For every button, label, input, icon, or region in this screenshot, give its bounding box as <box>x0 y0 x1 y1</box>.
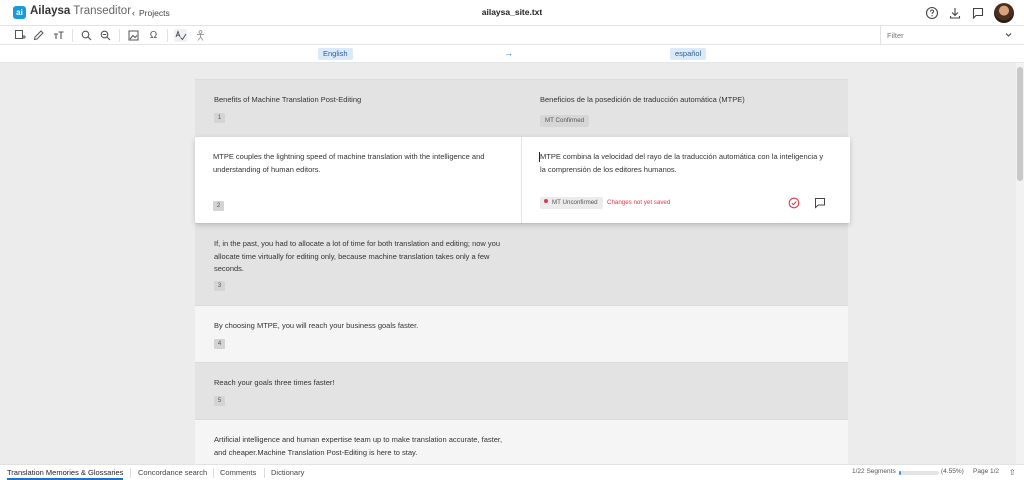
scroll-top-icon[interactable]: ⇧ <box>1009 468 1016 477</box>
page-indicator: Page 1/2 <box>973 468 1000 475</box>
progress-fill <box>899 471 901 475</box>
segment-source: Artificial intelligence and human expert… <box>214 435 503 457</box>
status-label: MT Unconfirmed <box>552 199 598 206</box>
user-avatar[interactable] <box>994 3 1014 23</box>
unsaved-warning: Changes not yet saved <box>607 199 671 206</box>
filter-label: Filter <box>887 31 904 40</box>
segment-source: By choosing MTPE, you will reach your bu… <box>214 321 419 330</box>
person-icon[interactable] <box>194 29 207 42</box>
ailaysa-logo: ai <box>13 6 26 19</box>
segment-count: 1/22 Segments <box>852 468 896 475</box>
app-header: ai Ailaysa Transeditor ‹ Projects ailaysa… <box>0 0 1024 26</box>
segment-target-editor[interactable]: MTPE combina la velocidad del rayo de la… <box>539 151 830 176</box>
segment-row[interactable]: Benefits of Machine Translation Post-Edi… <box>195 79 848 137</box>
tab-dictionary[interactable]: Dictionary <box>271 468 304 477</box>
brand-name: Ailaysa <box>30 5 71 17</box>
filter-dropdown[interactable]: Filter <box>880 26 1018 45</box>
segment-canvas: Benefits of Machine Translation Post-Edi… <box>0 63 1016 464</box>
source-language: English <box>318 48 353 60</box>
help-icon[interactable] <box>925 6 939 20</box>
comment-icon[interactable] <box>971 6 985 20</box>
status-badge: MT Confirmed <box>540 115 590 127</box>
image-icon[interactable] <box>127 29 140 42</box>
progress-percent: (4.55%) <box>941 468 964 475</box>
brand-product: Transeditor <box>73 5 132 17</box>
status-dot <box>544 199 548 204</box>
tab-comments[interactable]: Comments <box>220 468 256 477</box>
omega-icon[interactable]: Ω <box>147 29 160 42</box>
tab-translation-memories[interactable]: Translation Memories & Glossaries <box>7 468 124 480</box>
segment-number: 4 <box>214 339 225 349</box>
back-to-projects-link[interactable]: ‹ Projects <box>132 8 170 18</box>
segment-row[interactable]: By choosing MTPE, you will reach your bu… <box>195 305 848 362</box>
file-name: ailaysa_site.txt <box>481 7 543 17</box>
back-label: Projects <box>139 8 170 18</box>
download-icon[interactable] <box>948 6 962 20</box>
segment-row[interactable]: Artificial intelligence and human expert… <box>195 419 848 464</box>
status-badge: MT Unconfirmed <box>540 197 603 209</box>
segment-target[interactable]: Beneficios de la posedición de traducció… <box>540 94 830 107</box>
progress-bar <box>899 471 939 475</box>
confirm-segment-icon[interactable] <box>788 197 800 209</box>
scrollbar-thumb[interactable] <box>1017 67 1023 181</box>
arrow-right-icon: → <box>504 48 513 58</box>
tab-concordance-search[interactable]: Concordance search <box>138 468 207 477</box>
text-size-icon[interactable] <box>52 29 65 42</box>
segment-number: 3 <box>214 281 225 291</box>
segment-comment-icon[interactable] <box>814 197 826 209</box>
segment-source: Benefits of Machine Translation Post-Edi… <box>214 95 362 104</box>
merge-icon[interactable] <box>14 29 27 42</box>
segment-number: 5 <box>214 396 225 406</box>
chevron-down-icon <box>1005 33 1012 37</box>
segment-source: Reach your goals three times faster! <box>214 378 335 387</box>
vertical-scrollbar[interactable] <box>1016 63 1024 464</box>
search-icon[interactable] <box>80 29 93 42</box>
spellcheck-icon[interactable] <box>174 29 187 42</box>
segment-number: 1 <box>214 113 225 123</box>
segment-source: If, in the past, you had to allocate a l… <box>214 239 501 273</box>
segment-row[interactable]: If, in the past, you had to allocate a l… <box>195 223 848 305</box>
language-bar: English → español <box>0 45 1024 63</box>
segment-source: MTPE couples the lightning speed of mach… <box>213 152 485 174</box>
segment-row[interactable]: Reach your goals three times faster! 5 <box>195 362 848 419</box>
segment-number: 2 <box>213 201 224 211</box>
edit-icon[interactable] <box>32 29 45 42</box>
find-replace-icon[interactable] <box>99 29 112 42</box>
app-brand: Ailaysa Transeditor <box>30 5 131 17</box>
editor-toolbar: Ω Filter <box>0 26 1024 45</box>
chevron-left-icon: ‹ <box>132 8 135 18</box>
target-language: español <box>670 48 707 60</box>
active-segment[interactable]: MTPE couples the lightning speed of mach… <box>195 137 850 223</box>
bottom-panel-bar: Translation Memories & Glossaries Concor… <box>0 464 1024 480</box>
